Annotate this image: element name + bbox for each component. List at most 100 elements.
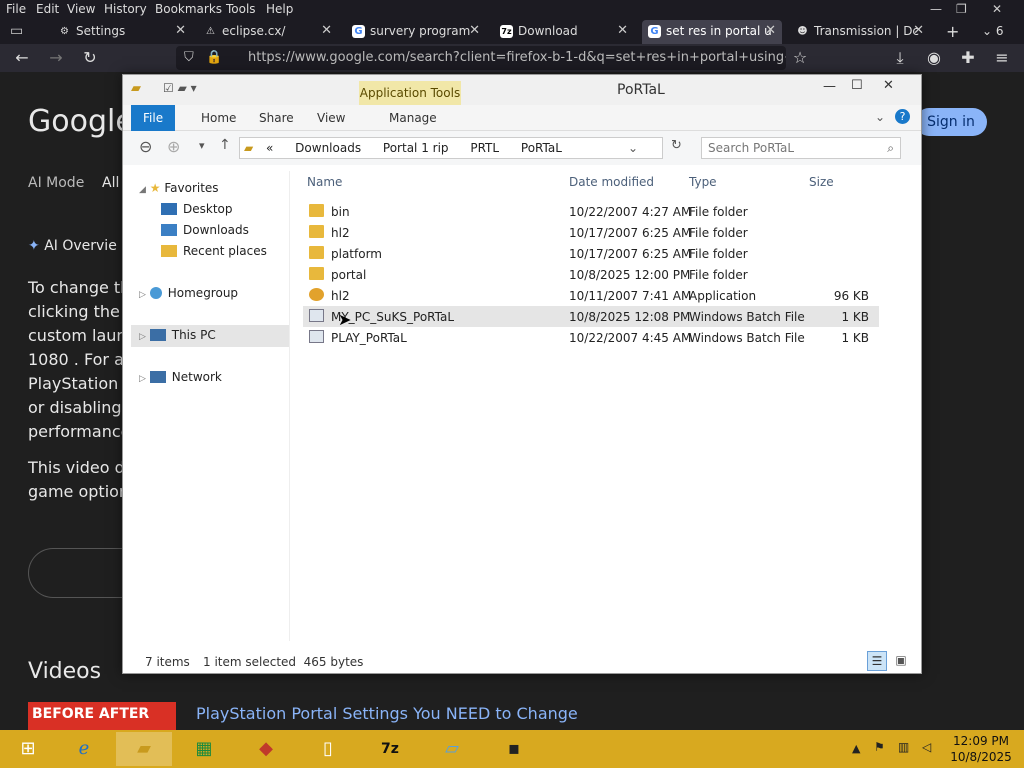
show-hidden-icons-icon[interactable]: ▲: [852, 742, 860, 755]
notepad-icon[interactable]: ▯: [300, 732, 356, 766]
extensions-icon[interactable]: ✚: [958, 48, 978, 67]
close-icon[interactable]: ✕: [883, 78, 894, 93]
google-logo[interactable]: Google: [28, 104, 134, 139]
account-icon[interactable]: ◉: [924, 48, 944, 67]
file-row[interactable]: hl2 10/11/2007 7:41 AM Application 96 KB: [303, 285, 879, 306]
ribbon-tab-share[interactable]: Share: [247, 105, 306, 131]
ask-followup-box[interactable]: [28, 548, 128, 598]
forward-icon[interactable]: →: [46, 48, 66, 67]
menu-history[interactable]: History: [104, 2, 147, 16]
tab-settings[interactable]: ⚙ Settings ✕: [52, 20, 192, 44]
menu-edit[interactable]: Edit: [36, 2, 59, 16]
menu-tools[interactable]: Tools: [226, 2, 256, 16]
nav-favorites[interactable]: ◢ ★ Favorites: [139, 181, 219, 195]
breadcrumb-portal-1-rip[interactable]: Portal 1 rip: [383, 141, 449, 155]
expand-arrow-icon[interactable]: ▷: [139, 290, 146, 300]
menu-view[interactable]: View: [67, 2, 95, 16]
pane-divider[interactable]: [289, 171, 290, 641]
help-icon[interactable]: ?: [895, 109, 910, 124]
file-explorer-icon[interactable]: ▰: [116, 732, 172, 766]
list-tabs-button[interactable]: ⌄ 6: [982, 24, 1004, 38]
nav-downloads[interactable]: Downloads: [161, 223, 249, 237]
close-tab-icon[interactable]: ✕: [469, 20, 480, 42]
breadcrumb[interactable]: ▰ « Downloads Portal 1 rip PRTL PoRTaL ⌄: [239, 137, 663, 159]
excel-icon[interactable]: ▦: [176, 732, 232, 766]
expand-ribbon-icon[interactable]: ⌄: [875, 110, 885, 124]
details-view-icon[interactable]: ☰: [867, 651, 887, 671]
close-tab-icon[interactable]: ✕: [321, 20, 332, 42]
minimize-icon[interactable]: —: [823, 79, 836, 94]
large-icons-view-icon[interactable]: ▣: [891, 651, 911, 671]
refresh-icon[interactable]: ↻: [671, 138, 682, 153]
nav-desktop[interactable]: Desktop: [161, 202, 233, 216]
close-tab-icon[interactable]: ✕: [913, 20, 924, 42]
chevron-down-icon[interactable]: ⌄: [628, 138, 638, 158]
network-tray-icon[interactable]: ▥: [898, 740, 909, 754]
tab-download[interactable]: 7z Download ✕: [494, 20, 634, 44]
downloads-icon[interactable]: ⤓: [890, 48, 910, 68]
lock-icon[interactable]: 🔒: [206, 46, 222, 70]
file-row[interactable]: platform 10/17/2007 6:25 AM File folder: [303, 243, 879, 264]
up-icon[interactable]: ↑: [219, 137, 231, 153]
tab-survery-program[interactable]: G survery program ✕: [346, 20, 486, 44]
nav-network[interactable]: ▷ Network: [139, 370, 222, 384]
file-row[interactable]: MY_PC_SuKS_PoRTaL 10/8/2025 12:08 PM Windo…: [303, 306, 879, 327]
breadcrumb-downloads[interactable]: Downloads: [295, 141, 361, 155]
expand-arrow-icon[interactable]: ▷: [139, 374, 146, 384]
close-tab-icon[interactable]: ✕: [175, 20, 186, 42]
bookmark-star-icon[interactable]: ☆: [790, 48, 810, 67]
nav-this-pc[interactable]: ▷ This PC: [131, 325, 289, 347]
ribbon-tab-home[interactable]: Home: [189, 105, 248, 131]
expand-arrow-icon[interactable]: ▷: [139, 332, 146, 342]
menu-bookmarks[interactable]: Bookmarks: [155, 2, 222, 16]
flag-icon[interactable]: ⚑: [874, 740, 885, 754]
back-icon[interactable]: ⊖: [139, 137, 152, 156]
minimize-icon[interactable]: —: [930, 2, 942, 16]
column-name[interactable]: Name: [307, 175, 342, 189]
explorer-titlebar[interactable]: ▰ ☑ ▰ ▾ Application Tools PoRTaL — ☐ ✕: [123, 75, 921, 105]
breadcrumb-prtl[interactable]: PRTL: [470, 141, 499, 155]
start-button-icon[interactable]: ⊞: [0, 732, 56, 766]
video-title-link[interactable]: PlayStation Portal Settings You NEED to …: [196, 704, 578, 723]
breadcrumb-overflow[interactable]: «: [266, 141, 273, 155]
ribbon-tab-file[interactable]: File: [131, 105, 176, 131]
column-type[interactable]: Type: [689, 175, 717, 189]
url-bar[interactable]: ⛉ 🔒 https://www.google.com/search?client…: [176, 46, 786, 70]
internet-explorer-icon[interactable]: ℯ: [56, 732, 112, 766]
file-row[interactable]: bin 10/22/2007 4:27 AM File folder: [303, 201, 879, 222]
sign-in-button[interactable]: Sign in: [915, 108, 987, 136]
video-thumbnail[interactable]: BEFORE AFTER: [28, 702, 176, 730]
close-tab-icon[interactable]: ✕: [765, 20, 776, 42]
tab-eclipse[interactable]: ⚠ eclipse.cx/ ✕: [198, 20, 338, 44]
back-icon[interactable]: ←: [12, 48, 32, 67]
file-row[interactable]: PLAY_PoRTaL 10/22/2007 4:45 AM Windows Bat…: [303, 327, 879, 348]
tab-transmission[interactable]: ☻ Transmission | Dc ✕: [790, 20, 930, 44]
menu-file[interactable]: File: [6, 2, 26, 16]
column-date-modified[interactable]: Date modified: [569, 175, 654, 189]
search-input[interactable]: Search PoRTaL ⌕: [701, 137, 901, 159]
all-tab[interactable]: All: [102, 175, 119, 191]
shield-icon[interactable]: ⛉: [184, 46, 194, 70]
quick-access-toolbar[interactable]: ☑ ▰ ▾: [163, 81, 197, 95]
recent-locations-icon[interactable]: ▾: [199, 139, 205, 152]
maximize-icon[interactable]: ❐: [956, 2, 967, 16]
breadcrumb-portal[interactable]: PoRTaL: [521, 141, 562, 155]
app-icon[interactable]: ◆: [238, 732, 294, 766]
close-icon[interactable]: ✕: [992, 2, 1002, 16]
column-size[interactable]: Size: [809, 175, 834, 189]
nav-homegroup[interactable]: ▷ Homegroup: [139, 286, 238, 300]
nav-recent-places[interactable]: Recent places: [161, 244, 267, 258]
ribbon-tab-view[interactable]: View: [305, 105, 357, 131]
close-tab-icon[interactable]: ✕: [617, 20, 628, 42]
volume-icon[interactable]: ◁: [922, 740, 931, 754]
tab-overview-icon[interactable]: ▭: [10, 23, 23, 39]
file-row[interactable]: portal 10/8/2025 12:00 PM File folder: [303, 264, 879, 285]
maximize-icon[interactable]: ☐: [851, 78, 863, 93]
system-clock[interactable]: 12:09 PM 10/8/2025: [946, 733, 1016, 765]
menu-help[interactable]: Help: [266, 2, 293, 16]
ai-mode-tab[interactable]: AI Mode: [28, 175, 84, 191]
ruler-tool-icon[interactable]: ▱: [424, 732, 480, 766]
new-tab-icon[interactable]: +: [946, 22, 959, 41]
command-prompt-icon[interactable]: ▪: [486, 732, 542, 766]
tab-set-res-active[interactable]: G set res in portal u ✕: [642, 20, 782, 44]
